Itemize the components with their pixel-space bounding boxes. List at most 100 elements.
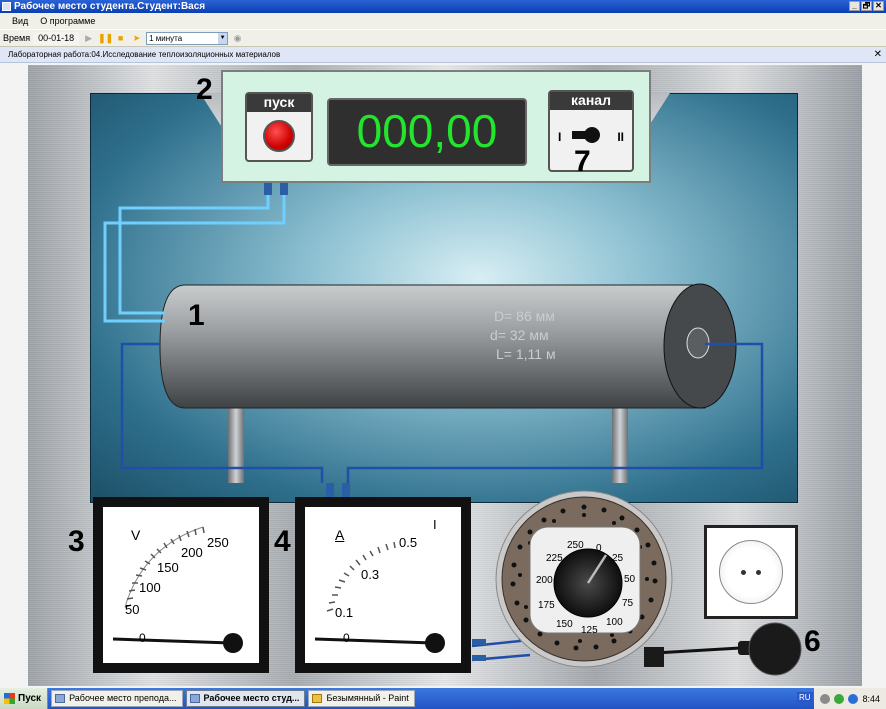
socket-outlet-icon xyxy=(719,540,783,604)
cylinder-body xyxy=(159,284,706,409)
task-teacher-workspace[interactable]: Рабочее место препода... xyxy=(51,690,183,707)
start-button[interactable]: пуск xyxy=(245,92,313,162)
minimize-button[interactable]: _ xyxy=(849,1,860,11)
cylinder-length: L= 1,11 м xyxy=(496,346,556,362)
workspace: D= 86 мм d= 32 мм L= 1,11 м пуск 000,00 … xyxy=(0,63,886,688)
tray-icon-1[interactable] xyxy=(820,693,831,704)
menu-about[interactable]: О программе xyxy=(34,13,101,29)
play-icon[interactable]: ▶ xyxy=(82,32,95,44)
settings-icon[interactable]: ◉ xyxy=(231,32,244,44)
ammeter-tick-03: 0.3 xyxy=(361,567,380,582)
voltmeter-unit: V xyxy=(131,527,141,543)
start-label: Пуск xyxy=(18,693,42,704)
task-label: Безымянный - Paint xyxy=(326,693,409,703)
regulator-tick-200: 200 xyxy=(536,575,553,586)
connector-d xyxy=(342,483,350,497)
ammeter: A I 0.1 0.3 0.5 0 xyxy=(295,497,471,673)
interval-value: 1 минута xyxy=(149,33,183,43)
regulator-tick-50: 50 xyxy=(624,574,636,585)
regulator-dial xyxy=(495,490,673,668)
task-student-workspace[interactable]: Рабочее место студ... xyxy=(185,690,306,707)
app-icon xyxy=(189,694,200,703)
voltmeter-zero: 0 xyxy=(139,631,146,645)
regulator-tick-250: 250 xyxy=(567,540,584,551)
ammeter-marker: I xyxy=(433,517,437,532)
voltmeter: V 50 100 150 200 250 0 xyxy=(93,497,269,673)
clock: 8:44 xyxy=(862,693,880,704)
start-label: пуск xyxy=(247,94,311,112)
connector-e xyxy=(472,639,486,645)
task-paint[interactable]: Безымянный - Paint xyxy=(308,690,415,707)
channel-1-label: I xyxy=(558,130,562,144)
channel-label: канал xyxy=(550,92,632,110)
tray-icon-3[interactable] xyxy=(848,693,859,704)
marker-1: 1 xyxy=(188,299,205,332)
regulator-tick-100: 100 xyxy=(606,617,623,628)
start-indicator-icon xyxy=(263,120,295,152)
regulator-tick-125: 125 xyxy=(581,625,598,636)
menu-view[interactable]: Вид xyxy=(6,13,34,29)
power-socket[interactable] xyxy=(704,525,798,619)
task-label: Рабочее место студ... xyxy=(203,693,300,703)
voltmeter-tick-250: 250 xyxy=(207,535,229,550)
window-controls: _ 🗗 ✕ xyxy=(849,1,884,11)
connector-b xyxy=(280,181,288,195)
toggle-switch-icon xyxy=(572,127,600,143)
paint-icon xyxy=(312,694,323,703)
menu-bar: Вид О программе xyxy=(0,13,886,29)
task-label: Рабочее место препода... xyxy=(69,693,177,703)
regulator-tick-0: 0 xyxy=(596,543,602,554)
close-lab-icon[interactable]: ✕ xyxy=(874,47,882,63)
ammeter-face: A I 0.1 0.3 0.5 0 xyxy=(305,507,461,663)
voltmeter-tick-50: 50 xyxy=(125,602,140,617)
step-icon[interactable]: ➤ xyxy=(130,32,143,44)
cylinder-inner-diameter: d= 32 мм xyxy=(490,327,549,343)
voltage-regulator[interactable]: 0 25 50 75 100 125 150 175 200 225 250 xyxy=(494,483,680,673)
marker-2: 2 xyxy=(196,73,213,106)
restore-button[interactable]: 🗗 xyxy=(861,1,872,11)
regulator-tick-225: 225 xyxy=(546,553,563,564)
ammeter-unit: A xyxy=(335,527,345,543)
cylinder-params: D= 86 мм d= 32 мм L= 1,11 м xyxy=(490,307,556,364)
voltmeter-tick-100: 100 xyxy=(139,580,161,595)
regulator-tick-25: 25 xyxy=(612,553,624,564)
channel-switch[interactable]: канал I II xyxy=(548,90,634,172)
voltmeter-face: V 50 100 150 200 250 0 xyxy=(103,507,259,663)
chevron-down-icon: ▼ xyxy=(218,32,228,44)
time-label: Время xyxy=(3,33,31,43)
system-tray: 8:44 xyxy=(814,688,886,709)
regulator-tick-75: 75 xyxy=(622,598,634,609)
language-indicator[interactable]: RU xyxy=(797,692,813,703)
cylinder-outer-diameter: D= 86 мм xyxy=(494,308,555,324)
ammeter-scale xyxy=(314,541,445,653)
pause-icon[interactable]: ❚❚ xyxy=(98,32,113,44)
marker-6: 6 xyxy=(804,625,821,658)
marker-7: 7 xyxy=(574,145,591,178)
marker-3: 3 xyxy=(68,525,85,558)
voltmeter-tick-150: 150 xyxy=(157,560,179,575)
regulator-tick-175: 175 xyxy=(538,600,555,611)
channel-2-label: II xyxy=(617,130,624,144)
close-button[interactable]: ✕ xyxy=(873,1,884,11)
toolbar: Время 00-01-18 ▶ ❚❚ ■ ➤ 1 минута ▼ ◉ xyxy=(0,29,886,47)
app-icon xyxy=(55,694,66,703)
connector-f xyxy=(472,655,486,661)
lab-title-bar: Лабораторная работа:04.Исследование тепл… xyxy=(0,47,886,63)
start-button[interactable]: Пуск xyxy=(0,688,49,709)
connector-a xyxy=(264,181,272,195)
interval-select[interactable]: 1 минута ▼ xyxy=(146,31,229,45)
window-title: Рабочее место студента.Студент:Вася xyxy=(14,1,206,12)
voltmeter-tick-200: 200 xyxy=(181,545,203,560)
windows-logo-icon xyxy=(4,693,15,704)
tray-icon-2[interactable] xyxy=(834,693,845,704)
plug xyxy=(748,622,802,676)
app-icon xyxy=(2,2,11,11)
taskbar: Пуск Рабочее место препода... Рабочее ме… xyxy=(0,688,886,709)
title-bar: Рабочее место студента.Студент:Вася _ 🗗 … xyxy=(0,0,886,13)
marker-4: 4 xyxy=(274,525,291,558)
ammeter-zero: 0 xyxy=(343,631,350,645)
stop-icon[interactable]: ■ xyxy=(114,32,127,44)
digital-display: 000,00 xyxy=(327,98,527,166)
lab-title: Лабораторная работа:04.Исследование тепл… xyxy=(8,50,281,59)
time-value: 00-01-18 xyxy=(33,31,80,45)
